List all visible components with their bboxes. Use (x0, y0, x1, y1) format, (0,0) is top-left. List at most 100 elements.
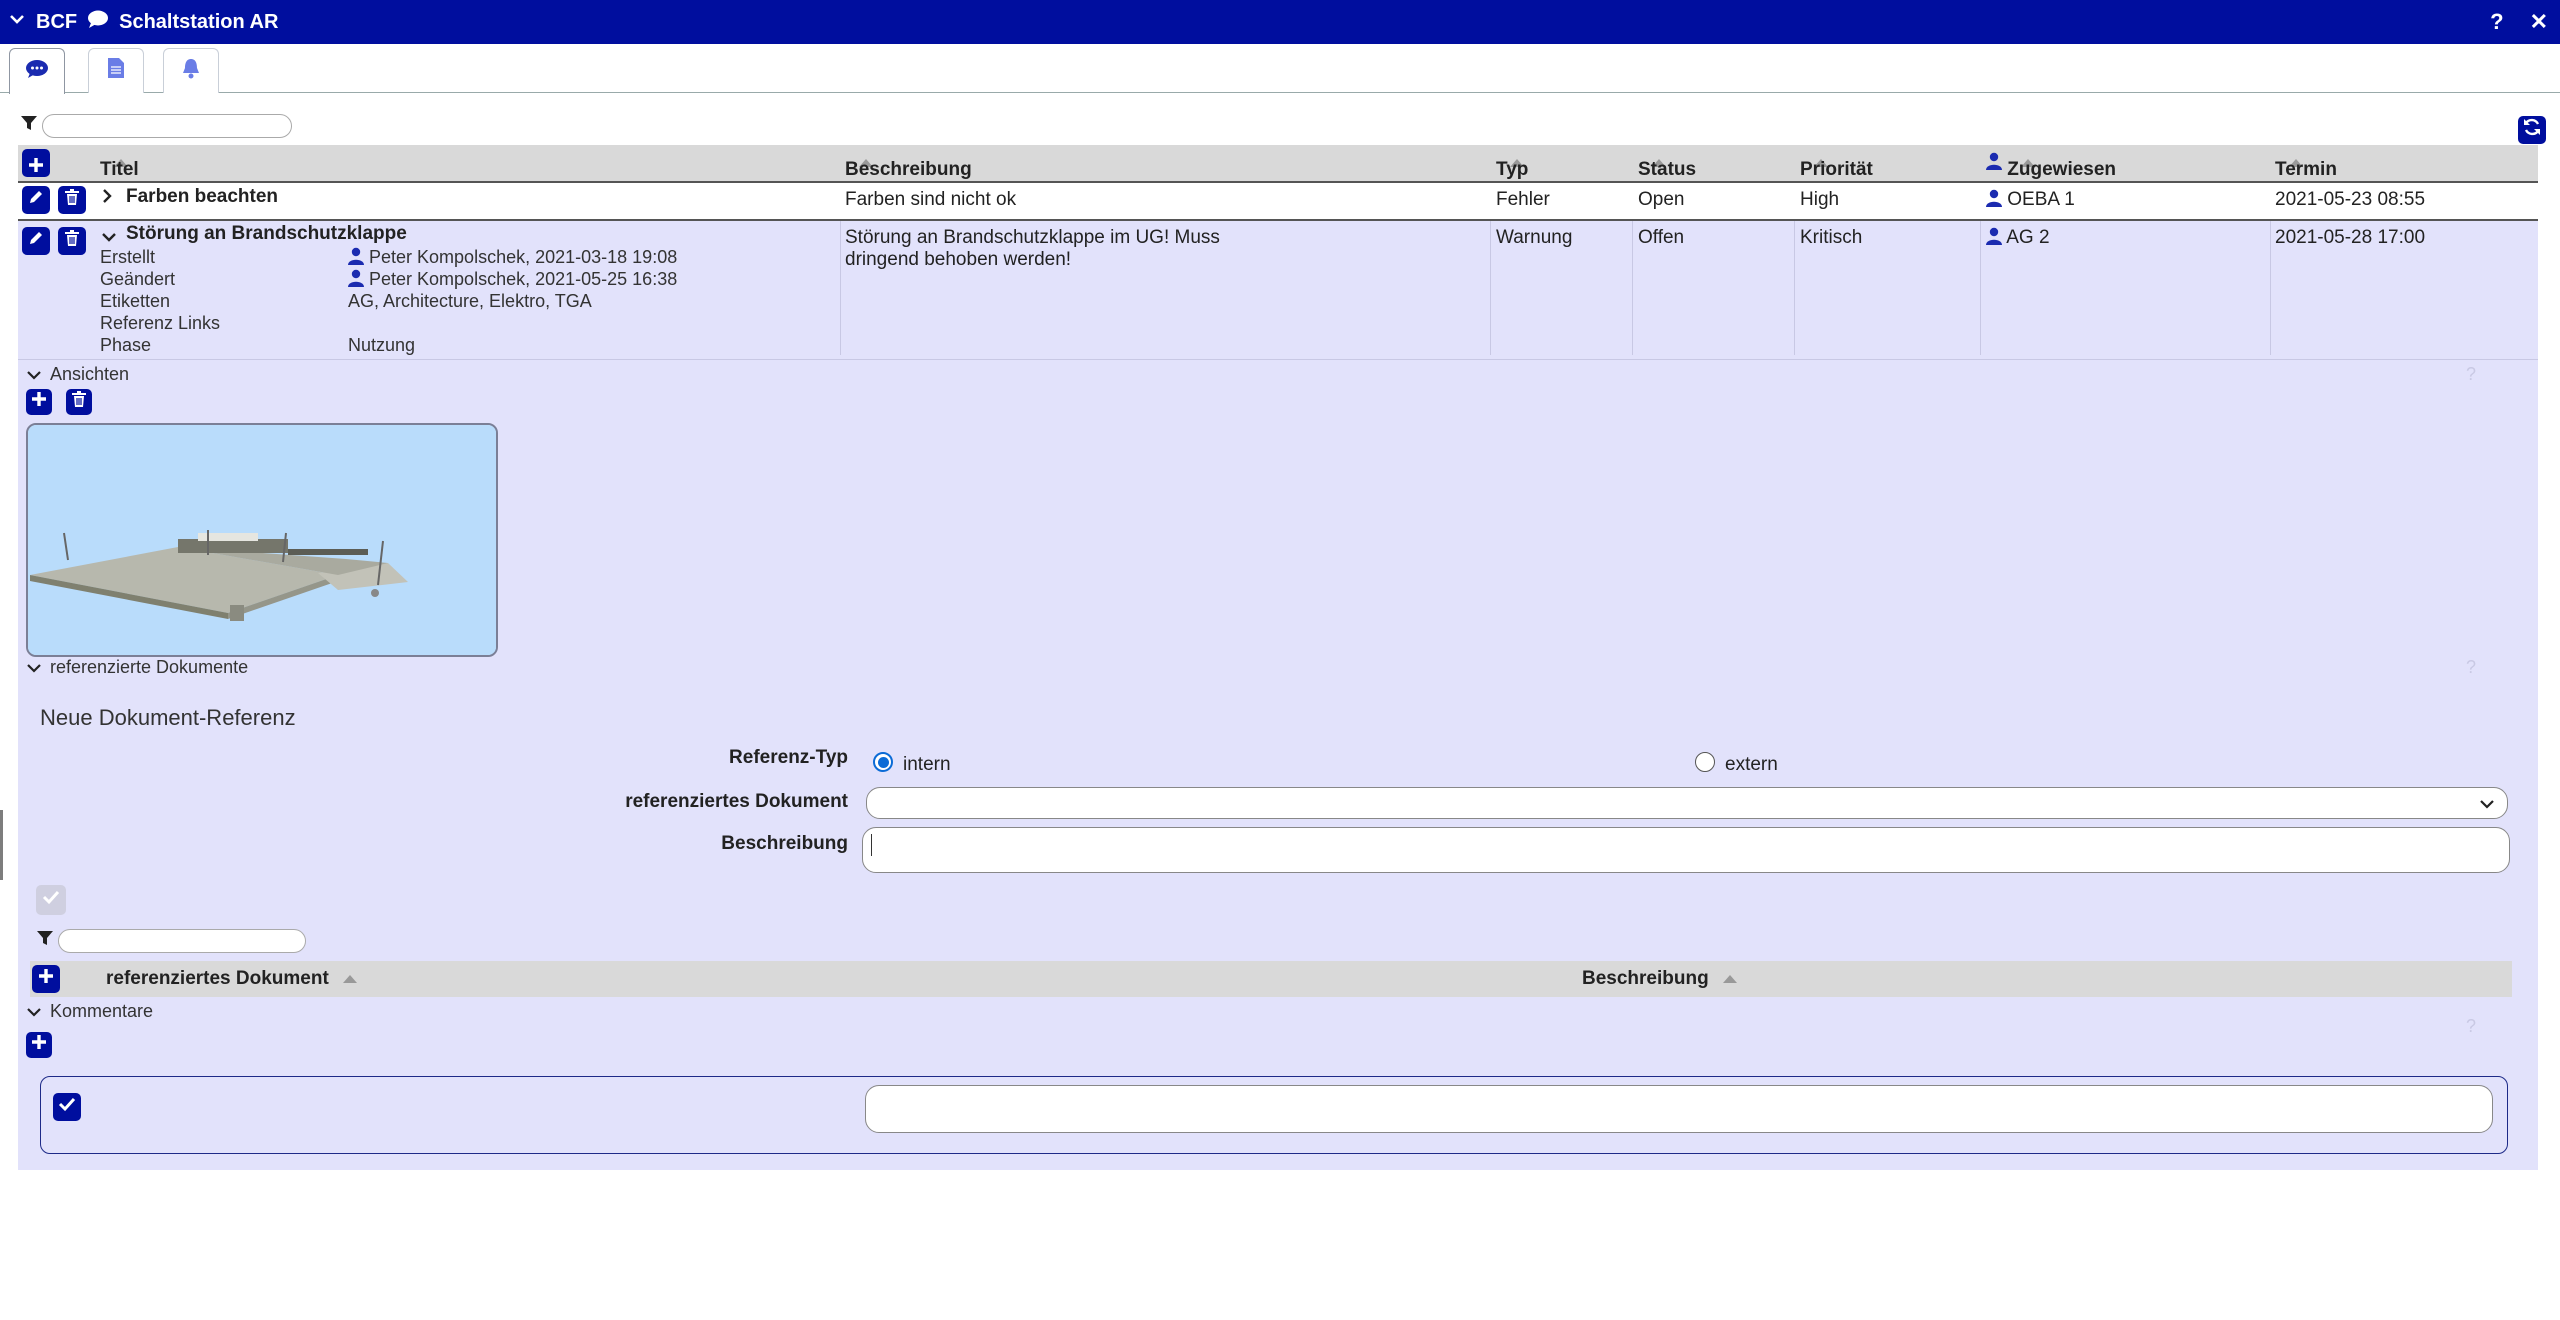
meta-tags-value: AG, Architecture, Elektro, TGA (348, 291, 592, 311)
comment-textarea[interactable] (865, 1085, 2493, 1133)
column-divider (1490, 221, 1491, 355)
meta-modified-label: Geändert (100, 269, 176, 289)
column-divider (1980, 221, 1981, 355)
column-status-label: Status (1638, 159, 1697, 180)
column-doc-description[interactable]: Beschreibung (1582, 968, 1737, 990)
delete-view-button[interactable] (66, 389, 92, 415)
sort-arrow-icon (342, 974, 357, 983)
chevron-down-icon (2479, 794, 2495, 816)
plus-icon (30, 1033, 48, 1057)
topic-type: Fehler (1496, 189, 1550, 210)
meta-modified-value: Peter Kompolschek, 2021-05-25 16:38 (348, 269, 677, 290)
column-due[interactable]: Termin (2275, 152, 2337, 180)
building-model-image (28, 425, 496, 655)
documents-section-header[interactable]: referenzierte Dokumente (26, 657, 248, 678)
collapse-chevron-icon[interactable] (8, 10, 26, 34)
delete-topic-button[interactable] (58, 186, 86, 214)
app-name: BCF (36, 10, 78, 33)
new-comment-box (40, 1076, 2508, 1154)
comment-icon (87, 9, 109, 35)
add-comment-button[interactable] (26, 1032, 52, 1058)
topic-assigned-value: AG 2 (2006, 227, 2050, 248)
submit-comment-button[interactable] (53, 1093, 81, 1121)
documents-section-title: referenzierte Dokumente (50, 657, 249, 677)
radio-intern-indicator[interactable] (873, 752, 893, 772)
referenced-document-select[interactable] (866, 787, 2508, 819)
edit-topic-button[interactable] (22, 227, 50, 255)
meta-created-value: Peter Kompolschek, 2021-03-18 19:08 (348, 247, 677, 268)
doc-description-label: Beschreibung (721, 833, 848, 854)
column-priority[interactable]: Priorität (1800, 152, 1873, 180)
viewpoint-thumbnail[interactable] (26, 423, 498, 657)
save-doc-reference-button[interactable] (36, 885, 66, 915)
topic-description: Farben sind nicht ok (845, 189, 1017, 210)
topic-priority: Kritisch (1800, 227, 1863, 248)
radio-extern[interactable]: extern (1695, 748, 1778, 776)
meta-created-text: Peter Kompolschek, 2021-03-18 19:08 (369, 247, 678, 267)
plus-icon (27, 156, 45, 180)
add-doc-reference-button[interactable] (32, 965, 60, 993)
pencil-icon (27, 188, 45, 212)
topic-table: Titel Beschreibung Typ Status Priorität … (18, 145, 2538, 1029)
topic-filter-input[interactable] (42, 114, 292, 138)
close-button[interactable]: ✕ (2530, 9, 2548, 35)
column-referenced-document[interactable]: referenziertes Dokument (106, 968, 357, 990)
column-doc-description-label: Beschreibung (1582, 968, 1709, 989)
tab-topics[interactable] (9, 48, 65, 94)
column-title-label: Titel (100, 159, 139, 180)
topic-title[interactable]: Farben beachten (126, 186, 278, 208)
column-status[interactable]: Status (1638, 152, 1696, 180)
document-icon (107, 57, 125, 85)
comments-help-icon[interactable]: ? (2466, 1016, 2476, 1037)
ref-type-label: Referenz-Typ (729, 747, 848, 768)
plus-icon (37, 967, 55, 991)
views-section-header[interactable]: Ansichten (26, 364, 129, 385)
column-divider (840, 221, 841, 355)
expand-row-chevron-icon[interactable] (100, 187, 114, 211)
user-icon (348, 269, 364, 287)
doc-filter (36, 929, 306, 953)
delete-topic-button[interactable] (58, 227, 86, 255)
radio-extern-indicator[interactable] (1695, 752, 1715, 772)
doc-description-textarea[interactable] (862, 827, 2510, 873)
tab-notifications[interactable] (163, 48, 219, 93)
add-view-button[interactable] (26, 389, 52, 415)
meta-phase-label: Phase (100, 335, 152, 355)
plus-icon (30, 390, 48, 414)
column-title[interactable]: Titel (100, 152, 139, 180)
documents-help-icon[interactable]: ? (2466, 657, 2476, 678)
column-priority-label: Priorität (1800, 159, 1873, 180)
radio-intern-label: intern (903, 754, 951, 775)
trash-icon (63, 229, 81, 253)
edit-topic-button[interactable] (22, 186, 50, 214)
comments-section-header[interactable]: Kommentare (26, 1001, 153, 1022)
radio-extern-label: extern (1725, 754, 1778, 775)
column-description[interactable]: Beschreibung (845, 152, 972, 180)
project-title: Schaltstation AR (119, 10, 279, 33)
trash-icon (63, 188, 81, 212)
refresh-button[interactable] (2518, 116, 2546, 144)
column-assigned[interactable]: Zugewiesen (1986, 152, 2116, 180)
doc-table-header: referenziertes Dokument Beschreibung (30, 961, 2512, 997)
topic-title[interactable]: Störung an Brandschutzklappe (126, 223, 407, 245)
meta-tags-label: Etiketten (100, 291, 171, 311)
help-button[interactable]: ? (2490, 9, 2503, 35)
chevron-down-icon (27, 370, 41, 380)
column-type[interactable]: Typ (1496, 152, 1528, 180)
detail-sections: Ansichten ? referenzierte Dokumente ? Ne… (18, 359, 2538, 1029)
meta-created-label: Erstellt (100, 247, 156, 267)
tab-documents[interactable] (88, 48, 144, 93)
doc-filter-input[interactable] (58, 929, 306, 953)
pencil-icon (27, 229, 45, 253)
meta-modified-text: Peter Kompolschek, 2021-05-25 16:38 (369, 269, 678, 289)
radio-intern[interactable]: intern (873, 748, 951, 776)
column-divider (2270, 221, 2271, 355)
column-description-label: Beschreibung (845, 159, 972, 180)
user-icon (1986, 189, 2002, 207)
window-edge (0, 810, 3, 880)
table-row[interactable]: Farben beachten Farben sind nicht ok Feh… (18, 181, 2538, 221)
views-help-icon[interactable]: ? (2466, 364, 2476, 385)
topic-assigned: OEBA 1 (1986, 189, 2075, 211)
chevron-down-icon (27, 1007, 41, 1017)
add-topic-button[interactable] (22, 149, 50, 177)
